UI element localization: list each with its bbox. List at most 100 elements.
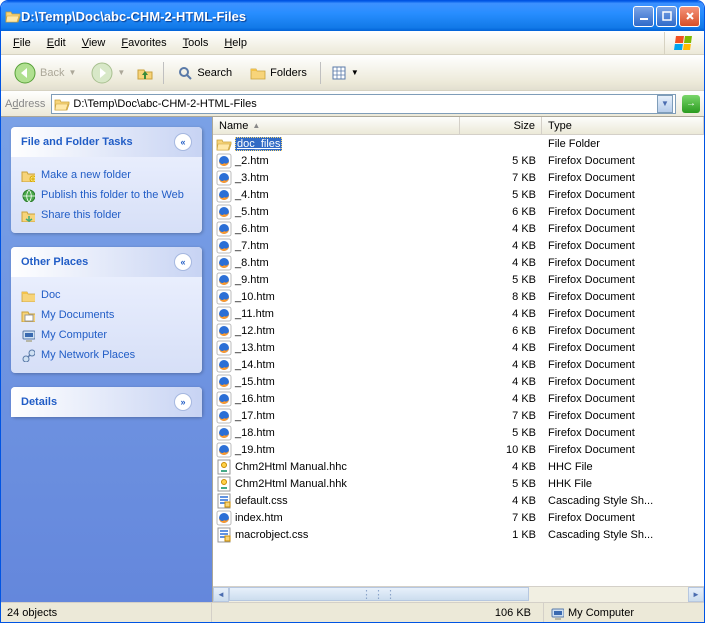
back-button[interactable]: Back ▼ <box>7 58 83 88</box>
task-publish[interactable]: Publish this folder to the Web <box>21 185 192 205</box>
file-row[interactable]: _13.htm4 KBFirefox Document <box>213 339 704 356</box>
menu-favorites[interactable]: Favorites <box>113 34 174 52</box>
folders-button[interactable]: Folders <box>243 61 314 85</box>
column-name[interactable]: Name▲ <box>213 117 460 134</box>
forward-button[interactable]: ▼ <box>87 58 129 88</box>
column-size[interactable]: Size <box>460 117 542 134</box>
file-name: _3.htm <box>235 172 269 184</box>
file-row[interactable]: _7.htm4 KBFirefox Document <box>213 237 704 254</box>
place-network[interactable]: My Network Places <box>21 345 192 365</box>
file-row[interactable]: _14.htm4 KBFirefox Document <box>213 356 704 373</box>
file-row[interactable]: _15.htm4 KBFirefox Document <box>213 373 704 390</box>
ff-icon <box>216 510 232 526</box>
file-size: 4 KB <box>460 308 542 320</box>
status-object-count: 24 objects <box>1 603 212 622</box>
go-button[interactable]: → <box>682 95 700 113</box>
file-row[interactable]: _17.htm7 KBFirefox Document <box>213 407 704 424</box>
file-row[interactable]: Chm2Html Manual.hhc4 KBHHC File <box>213 458 704 475</box>
panel-header[interactable]: Details » <box>11 387 202 417</box>
address-input[interactable]: D:\Temp\Doc\abc-CHM-2-HTML-Files ▼ <box>51 94 676 114</box>
file-type: Firefox Document <box>542 257 704 269</box>
address-label: Address <box>5 98 45 110</box>
place-doc[interactable]: Doc <box>21 285 192 305</box>
file-name: doc_files <box>235 137 282 151</box>
file-row[interactable]: _12.htm6 KBFirefox Document <box>213 322 704 339</box>
panel-file-tasks: File and Folder Tasks « Make a new folde… <box>11 127 202 233</box>
windows-logo-icon <box>664 32 700 54</box>
file-type: Firefox Document <box>542 359 704 371</box>
file-row[interactable]: _5.htm6 KBFirefox Document <box>213 203 704 220</box>
menu-bar: File Edit View Favorites Tools Help <box>1 31 704 55</box>
folder-icon <box>21 288 35 302</box>
scroll-left-button[interactable]: ◄ <box>213 587 229 602</box>
file-row[interactable]: _19.htm10 KBFirefox Document <box>213 441 704 458</box>
file-type: Firefox Document <box>542 155 704 167</box>
search-button[interactable]: Search <box>170 61 239 85</box>
horizontal-scrollbar[interactable]: ◄ ⋮⋮⋮ ► <box>213 586 704 602</box>
file-size: 8 KB <box>460 291 542 303</box>
ff-icon <box>216 255 232 271</box>
ff-icon <box>216 374 232 390</box>
css-icon <box>216 527 232 543</box>
file-row[interactable]: _18.htm5 KBFirefox Document <box>213 424 704 441</box>
maximize-button[interactable] <box>656 6 677 27</box>
scroll-track[interactable]: ⋮⋮⋮ <box>229 587 688 602</box>
views-button[interactable]: ▼ <box>327 61 363 85</box>
status-location: My Computer <box>544 603 704 622</box>
close-button[interactable] <box>679 6 700 27</box>
panel-header[interactable]: Other Places « <box>11 247 202 277</box>
menu-help[interactable]: Help <box>216 34 255 52</box>
file-row[interactable]: _10.htm8 KBFirefox Document <box>213 288 704 305</box>
ff-icon <box>216 289 232 305</box>
minimize-button[interactable] <box>633 6 654 27</box>
file-name: _10.htm <box>235 291 275 303</box>
file-type: HHK File <box>542 478 704 490</box>
back-icon <box>14 62 36 84</box>
menu-edit[interactable]: Edit <box>39 34 74 52</box>
place-my-computer[interactable]: My Computer <box>21 325 192 345</box>
menu-view[interactable]: View <box>74 34 114 52</box>
ff-icon <box>216 153 232 169</box>
up-folder-icon <box>137 65 153 81</box>
ff-icon <box>216 187 232 203</box>
menu-tools[interactable]: Tools <box>175 34 217 52</box>
file-size: 5 KB <box>460 427 542 439</box>
file-row[interactable]: _8.htm4 KBFirefox Document <box>213 254 704 271</box>
file-row[interactable]: _4.htm5 KBFirefox Document <box>213 186 704 203</box>
file-type: Firefox Document <box>542 325 704 337</box>
file-row[interactable]: index.htm7 KBFirefox Document <box>213 509 704 526</box>
file-row[interactable]: _9.htm5 KBFirefox Document <box>213 271 704 288</box>
file-row[interactable]: _3.htm7 KBFirefox Document <box>213 169 704 186</box>
ff-icon <box>216 408 232 424</box>
separator <box>320 62 321 84</box>
file-row[interactable]: doc_filesFile Folder <box>213 135 704 152</box>
folder-icon <box>5 8 21 24</box>
place-my-documents[interactable]: My Documents <box>21 305 192 325</box>
folder-icon <box>216 136 232 152</box>
file-row[interactable]: default.css4 KBCascading Style Sh... <box>213 492 704 509</box>
folder-icon <box>54 96 70 112</box>
task-share[interactable]: Share this folder <box>21 205 192 225</box>
window-title: D:\Temp\Doc\abc-CHM-2-HTML-Files <box>21 9 633 24</box>
file-row[interactable]: _6.htm4 KBFirefox Document <box>213 220 704 237</box>
file-row[interactable]: _2.htm5 KBFirefox Document <box>213 152 704 169</box>
hh-icon <box>216 476 232 492</box>
address-path: D:\Temp\Doc\abc-CHM-2-HTML-Files <box>70 98 657 110</box>
ff-icon <box>216 306 232 322</box>
scroll-right-button[interactable]: ► <box>688 587 704 602</box>
scroll-thumb[interactable]: ⋮⋮⋮ <box>229 587 529 601</box>
column-type[interactable]: Type <box>542 117 704 134</box>
panel-header[interactable]: File and Folder Tasks « <box>11 127 202 157</box>
collapse-icon: « <box>174 253 192 271</box>
up-button[interactable] <box>133 61 157 85</box>
task-make-folder[interactable]: Make a new folder <box>21 165 192 185</box>
file-row[interactable]: _16.htm4 KBFirefox Document <box>213 390 704 407</box>
file-name: _4.htm <box>235 189 269 201</box>
address-dropdown-button[interactable]: ▼ <box>657 95 673 113</box>
my-documents-icon <box>21 308 35 322</box>
file-row[interactable]: Chm2Html Manual.hhk5 KBHHK File <box>213 475 704 492</box>
file-name: Chm2Html Manual.hhk <box>235 478 347 490</box>
file-row[interactable]: macrobject.css1 KBCascading Style Sh... <box>213 526 704 543</box>
menu-file[interactable]: File <box>5 34 39 52</box>
file-row[interactable]: _11.htm4 KBFirefox Document <box>213 305 704 322</box>
